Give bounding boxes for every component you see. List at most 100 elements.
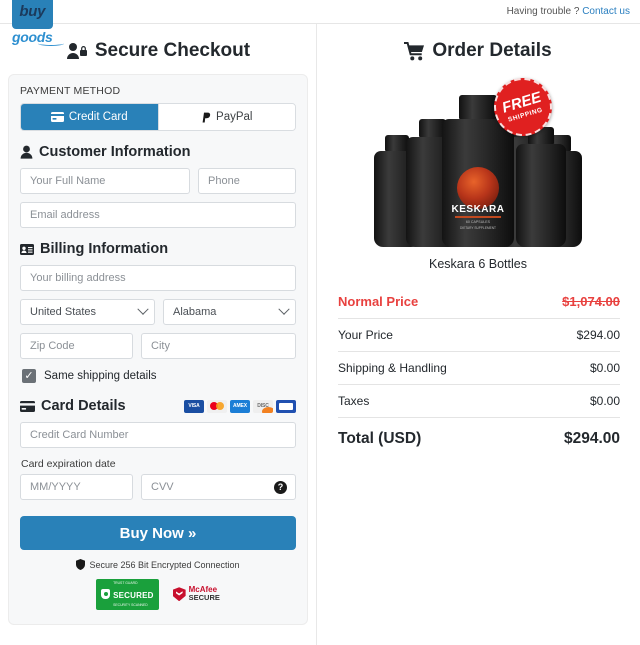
price-row-shipping: Shipping & Handling $0.00 bbox=[338, 352, 620, 385]
product-name: Keskara 6 Bottles bbox=[429, 257, 527, 271]
total-value: $294.00 bbox=[563, 430, 620, 447]
paypal-icon bbox=[202, 112, 211, 122]
phone-input[interactable]: Phone bbox=[198, 168, 296, 194]
mcafee-shield-icon bbox=[172, 587, 186, 602]
country-state-row: United States Alabama bbox=[20, 299, 296, 325]
checkmark-icon: ✓ bbox=[24, 369, 34, 382]
shipping-label: Shipping & Handling bbox=[338, 361, 447, 375]
taxes-label: Taxes bbox=[338, 394, 370, 408]
id-card-icon bbox=[20, 243, 34, 255]
full-name-input[interactable]: Your Full Name bbox=[20, 168, 190, 194]
billing-address-row: Your billing address bbox=[20, 265, 296, 291]
bottle-globe-art bbox=[457, 166, 499, 209]
billing-information-heading: Billing Information bbox=[20, 241, 296, 257]
card-number-input[interactable]: Credit Card Number bbox=[20, 422, 296, 448]
state-select[interactable]: Alabama bbox=[163, 299, 296, 325]
payment-method-label: PAYMENT METHOD bbox=[20, 85, 121, 97]
email-row: Email address bbox=[20, 202, 296, 228]
price-row-normal: Normal Price $1,074.00 bbox=[338, 285, 620, 319]
secured-badge: TRUST GUARD SECURED SECURITY SCANNED bbox=[96, 579, 159, 610]
tab-credit-card[interactable]: Credit Card bbox=[21, 104, 158, 130]
bottle-label: KESKARA 60 CAPSULES DIETARY SUPPLEMENT bbox=[448, 163, 509, 237]
buy-now-button[interactable]: Buy Now » bbox=[20, 516, 296, 550]
secure-connection-note: Secure 256 Bit Encrypted Connection bbox=[20, 559, 296, 570]
cvv-help-icon[interactable]: ? bbox=[274, 480, 287, 494]
top-bar: buy goods Having trouble ? Contact us bbox=[0, 0, 640, 46]
trouble-label: Having trouble ? bbox=[506, 6, 580, 17]
accepted-cards: VISA AMEX DISC bbox=[184, 399, 296, 413]
bottle-brand-text: KESKARA bbox=[451, 204, 505, 216]
shipping-value: $0.00 bbox=[589, 361, 620, 375]
price-table: Normal Price $1,074.00 Your Price $294.0… bbox=[338, 285, 620, 457]
cvv-placeholder: CVV bbox=[151, 481, 174, 493]
billing-address-input[interactable]: Your billing address bbox=[20, 265, 296, 291]
seal-icon bbox=[101, 589, 111, 600]
secure-note-text: Secure 256 Bit Encrypted Connection bbox=[89, 559, 240, 570]
product-image: KESKARA 60 CAPSULES DIETARY SUPPLEMENT F… bbox=[316, 70, 640, 251]
price-row-total: Total (USD) $294.00 bbox=[338, 418, 620, 457]
expiry-cvv-row: MM/YYYY CVV ? bbox=[20, 474, 296, 500]
expiration-input[interactable]: MM/YYYY bbox=[20, 474, 133, 500]
checkout-page: buy goods Having trouble ? Contact us Sec… bbox=[0, 0, 640, 645]
generic-card-icon bbox=[276, 399, 296, 413]
bottle-capsules-text: 60 CAPSULES bbox=[465, 220, 491, 225]
amex-icon: AMEX bbox=[230, 399, 250, 413]
secured-badge-main: SECURED bbox=[113, 591, 154, 601]
same-shipping-label: Same shipping details bbox=[44, 370, 157, 382]
contact-us-link[interactable]: Contact us bbox=[582, 6, 630, 17]
email-input[interactable]: Email address bbox=[20, 202, 296, 228]
tab-paypal-label: PayPal bbox=[216, 111, 253, 123]
person-icon bbox=[20, 145, 33, 159]
country-select[interactable]: United States bbox=[20, 299, 155, 325]
visa-icon: VISA bbox=[184, 399, 204, 413]
user-lock-icon bbox=[66, 43, 87, 59]
discover-icon: DISC bbox=[253, 399, 273, 413]
shopping-cart-icon bbox=[404, 41, 425, 60]
checkout-column: Secure Checkout PAYMENT METHOD Credit Ca… bbox=[0, 24, 316, 645]
your-price-value: $294.00 bbox=[576, 328, 620, 342]
chevron-down-icon bbox=[278, 303, 290, 315]
normal-price-label: Normal Price bbox=[338, 294, 419, 309]
bottle-group: KESKARA 60 CAPSULES DIETARY SUPPLEMENT F… bbox=[372, 70, 584, 247]
zip-code-input[interactable]: Zip Code bbox=[20, 333, 133, 359]
billing-information-title: Billing Information bbox=[40, 241, 169, 257]
name-phone-row: Your Full Name Phone bbox=[20, 168, 296, 194]
order-details-title: Order Details bbox=[432, 40, 552, 61]
customer-information-title: Customer Information bbox=[39, 144, 191, 160]
mastercard-icon bbox=[207, 399, 227, 413]
credit-card-icon bbox=[50, 112, 64, 122]
city-input[interactable]: City bbox=[141, 333, 296, 359]
same-shipping-row[interactable]: ✓ Same shipping details bbox=[22, 369, 296, 383]
customer-information-heading: Customer Information bbox=[20, 144, 296, 160]
secured-badge-top: TRUST GUARD bbox=[113, 581, 138, 585]
state-select-value: Alabama bbox=[173, 306, 217, 318]
chevron-down-icon bbox=[137, 303, 149, 315]
tab-paypal[interactable]: PayPal bbox=[157, 104, 295, 130]
secured-badge-bottom: SECURITY SCANNED bbox=[113, 603, 148, 608]
secure-checkout-title: Secure Checkout bbox=[94, 40, 251, 61]
secure-checkout-heading: Secure Checkout bbox=[0, 24, 316, 74]
order-details-heading: Order Details bbox=[316, 24, 640, 74]
bottle-divider bbox=[455, 215, 501, 218]
taxes-value: $0.00 bbox=[589, 394, 620, 408]
total-label: Total (USD) bbox=[338, 430, 422, 447]
same-shipping-checkbox[interactable]: ✓ bbox=[22, 369, 36, 383]
mcafee-badge: McAfee SECURE bbox=[172, 586, 220, 603]
cvv-input[interactable]: CVV ? bbox=[141, 474, 296, 500]
bottle-mid-right bbox=[516, 127, 566, 247]
normal-price-value: $1,074.00 bbox=[562, 294, 620, 309]
shield-icon bbox=[76, 559, 86, 570]
card-details-heading: Card Details VISA AMEX DISC bbox=[20, 398, 296, 414]
price-row-your-price: Your Price $294.00 bbox=[338, 319, 620, 352]
having-trouble-text: Having trouble ? Contact us bbox=[507, 6, 630, 17]
country-select-value: United States bbox=[30, 306, 97, 318]
mcafee-line2: SECURE bbox=[188, 593, 220, 603]
card-icon bbox=[20, 400, 35, 412]
price-row-taxes: Taxes $0.00 bbox=[338, 385, 620, 418]
card-number-row: Credit Card Number bbox=[20, 422, 296, 448]
trust-badges: TRUST GUARD SECURED SECURITY SCANNED McA… bbox=[20, 579, 296, 610]
card-details-title: Card Details bbox=[41, 398, 126, 414]
payment-panel: PAYMENT METHOD Credit Card PayPal Custom… bbox=[8, 74, 308, 625]
your-price-label: Your Price bbox=[338, 328, 393, 342]
bottle-supplement-text: DIETARY SUPPLEMENT bbox=[460, 226, 496, 231]
